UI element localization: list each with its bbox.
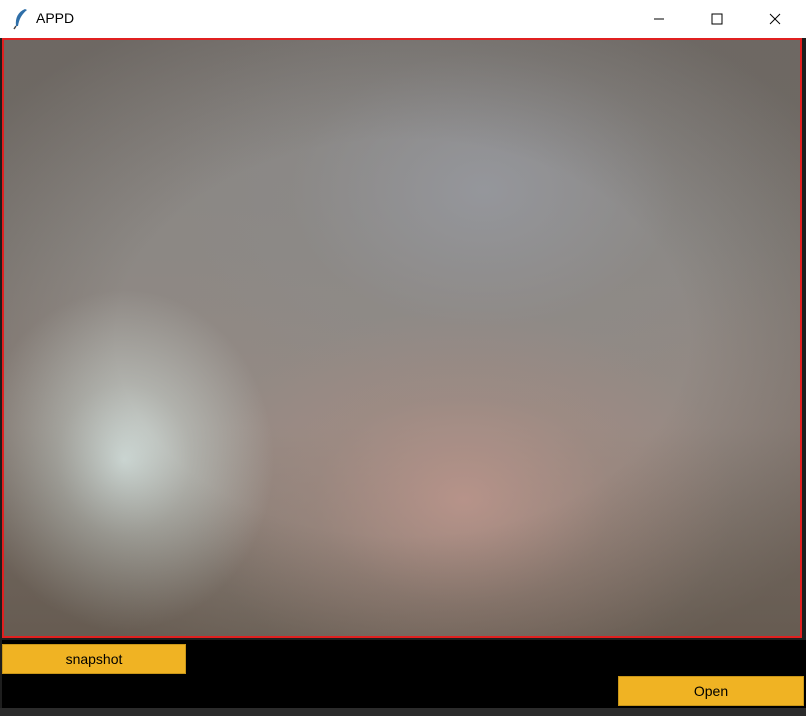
close-button[interactable]	[746, 0, 804, 38]
minimize-button[interactable]	[630, 0, 688, 38]
window-bottom-edge	[0, 708, 806, 716]
open-button[interactable]: Open	[618, 676, 804, 706]
camera-preview	[2, 38, 802, 638]
title-bar: APPD	[0, 0, 806, 38]
snapshot-button[interactable]: snapshot	[2, 644, 186, 674]
maximize-icon	[711, 13, 723, 25]
close-icon	[769, 13, 781, 25]
feather-icon	[13, 9, 27, 30]
window-title: APPD	[36, 10, 75, 26]
maximize-button[interactable]	[688, 0, 746, 38]
minimize-icon	[654, 18, 664, 20]
